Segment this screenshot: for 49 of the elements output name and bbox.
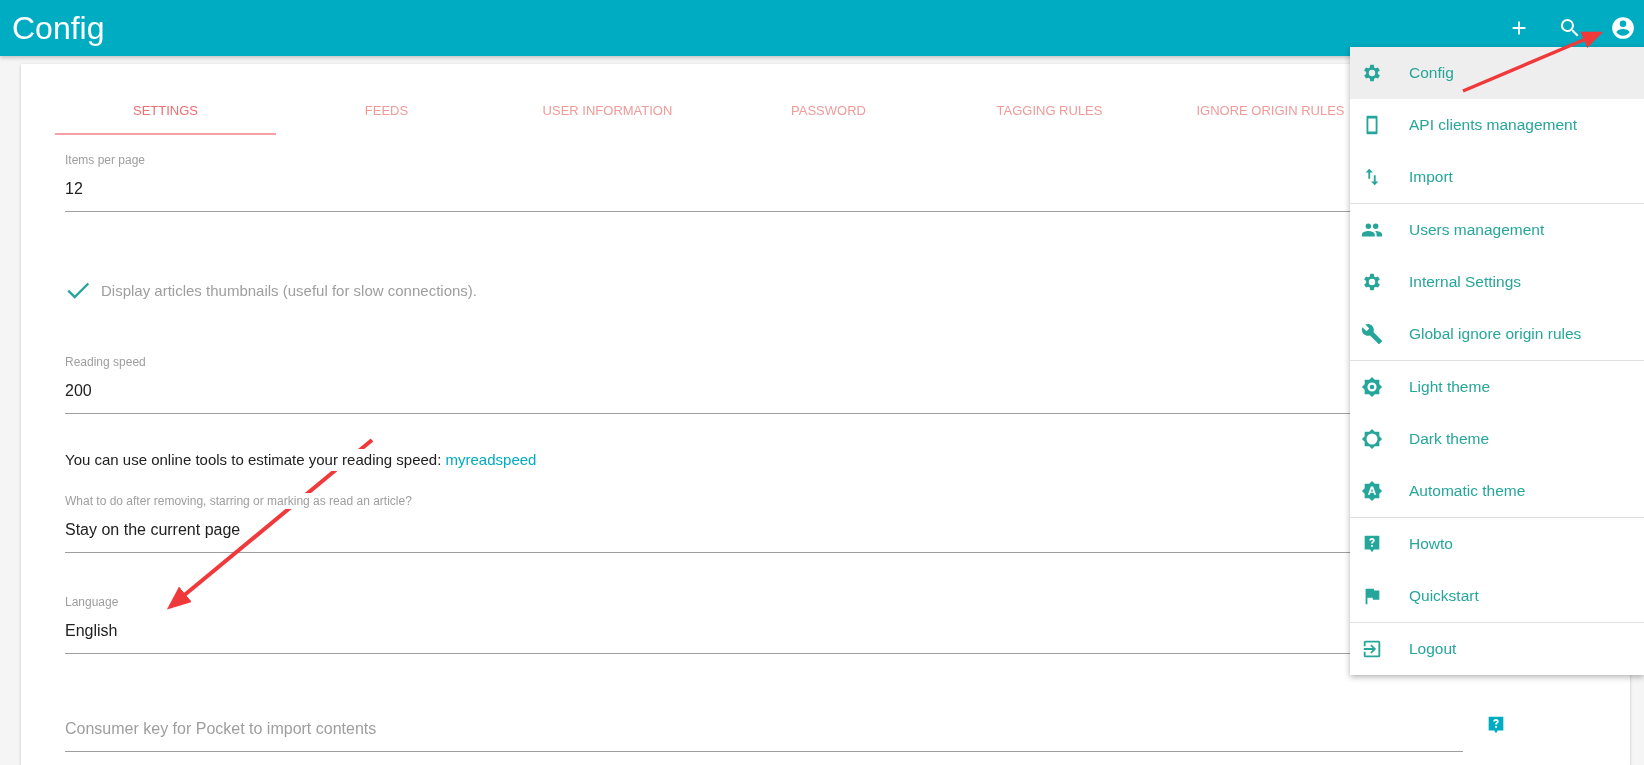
exit-icon: [1361, 638, 1383, 660]
menu-item[interactable]: Import: [1350, 151, 1644, 203]
settings-icon: [1361, 62, 1383, 84]
field-label: Reading speed: [65, 354, 146, 370]
menu-item[interactable]: Dark theme: [1350, 413, 1644, 465]
wrench-icon: [1361, 323, 1383, 345]
menu-item-label: Users management: [1409, 221, 1545, 239]
menu-item-label: Automatic theme: [1409, 482, 1526, 500]
field-label: Items per page: [65, 152, 146, 168]
select-field[interactable]: English: [65, 620, 118, 642]
settings-icon: [1361, 271, 1383, 293]
select-field[interactable]: Stay on the current page: [65, 519, 241, 541]
select-field[interactable]: 12: [65, 178, 83, 200]
menu-item[interactable]: Logout: [1350, 623, 1644, 675]
page-title: Config: [12, 9, 105, 47]
tab[interactable]: TAGGING RULES: [939, 87, 1160, 135]
menu-item[interactable]: API clients management: [1350, 99, 1644, 151]
account-icon[interactable]: [1610, 15, 1636, 41]
menu-item-label: Dark theme: [1409, 430, 1490, 448]
checkbox-label: Display articles thumbnails (useful for slow connections).: [101, 281, 477, 299]
sun-icon: [1361, 376, 1383, 398]
menu-item[interactable]: Quickstart: [1350, 570, 1644, 622]
field-label: Language: [65, 594, 119, 610]
menu-item-label: Howto: [1409, 535, 1453, 553]
tab[interactable]: FEEDS: [276, 87, 497, 135]
menu-item[interactable]: Global ignore origin rules: [1350, 308, 1644, 360]
menu-item-label: Global ignore origin rules: [1409, 325, 1582, 343]
menu-item-label: Light theme: [1409, 378, 1490, 396]
link[interactable]: myreadspeed: [445, 451, 537, 468]
sun-outline-icon: [1361, 428, 1383, 450]
menu-item-label: API clients management: [1409, 116, 1577, 134]
help-text: You can use online tools to estimate your reading speed: myreadspeed: [65, 449, 537, 471]
menu-item[interactable]: Config: [1350, 47, 1644, 99]
menu-item-label: Internal Settings: [1409, 273, 1521, 291]
menu-item[interactable]: Automatic theme: [1350, 465, 1644, 517]
tab[interactable]: PASSWORD: [718, 87, 939, 135]
menu-item[interactable]: Users management: [1350, 204, 1644, 256]
select-field[interactable]: 200: [65, 380, 92, 402]
menu-item-label: Config: [1409, 64, 1454, 82]
tab[interactable]: USER INFORMATION: [497, 87, 718, 135]
auto-brightness-icon: [1361, 480, 1383, 502]
menu-item[interactable]: Howto: [1350, 518, 1644, 570]
menu-item-label: Import: [1409, 168, 1453, 186]
menu-item[interactable]: Light theme: [1350, 361, 1644, 413]
menu-item[interactable]: Internal Settings: [1350, 256, 1644, 308]
menu-item-label: Logout: [1409, 640, 1457, 658]
tab[interactable]: SETTINGS: [55, 87, 276, 135]
menu-item-label: Quickstart: [1409, 587, 1479, 605]
field-label: What to do after removing, starring or marking as read an article?: [65, 493, 412, 509]
